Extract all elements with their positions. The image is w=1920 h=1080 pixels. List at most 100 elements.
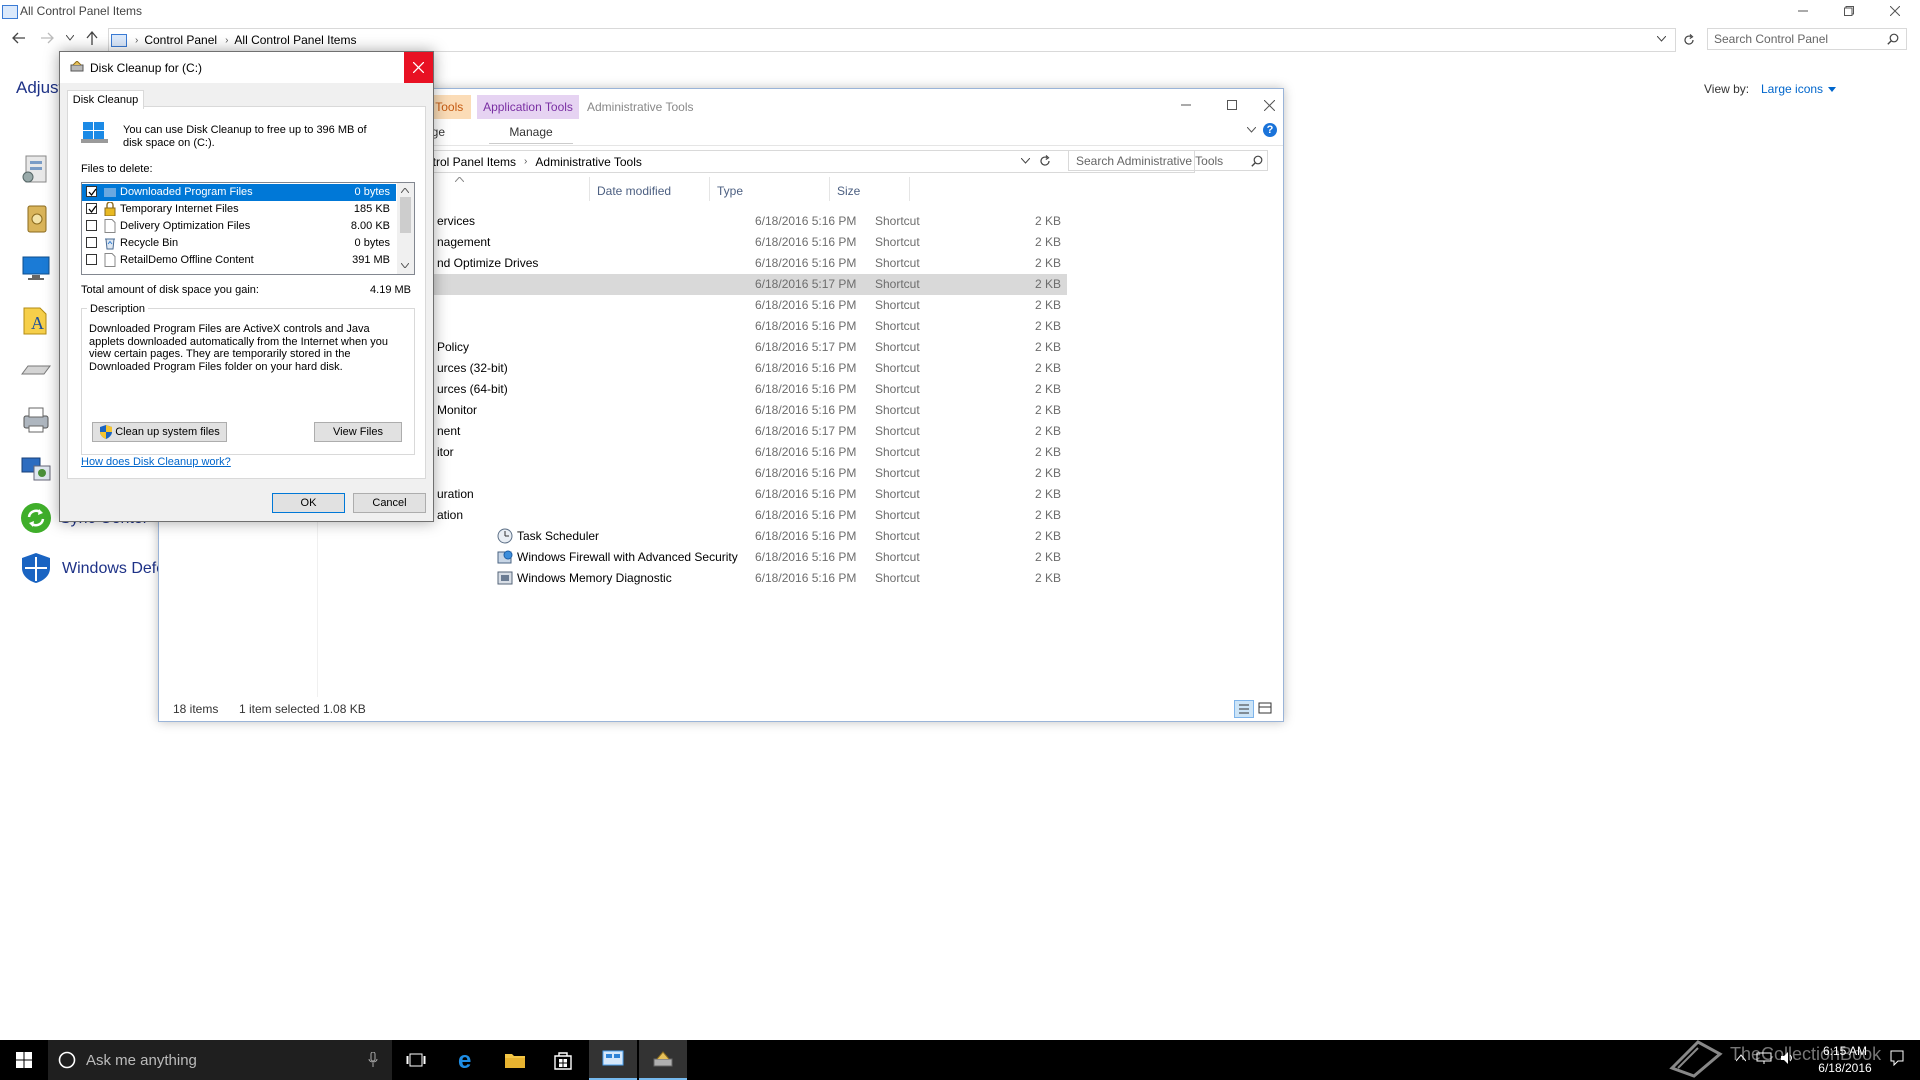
files-to-delete-list[interactable]: Downloaded Program Files 0 bytes Tempora… — [81, 182, 415, 275]
admin-search-input[interactable]: Search Administrative Tools — [1068, 150, 1268, 171]
task-view-button[interactable] — [392, 1040, 440, 1080]
taskbar-clock[interactable]: 6:15 AM 6/18/2016 — [1810, 1043, 1880, 1077]
row-date: 6/18/2016 5:16 PM — [755, 214, 857, 228]
ribbon-tab-application-tools[interactable]: Application Tools — [477, 95, 579, 119]
file-explorer-taskbar-button[interactable] — [491, 1040, 539, 1080]
admin-minimize-button[interactable] — [1163, 95, 1209, 115]
ribbon-expand-chevron-icon[interactable] — [1247, 127, 1256, 133]
checkbox[interactable] — [86, 203, 97, 214]
disk-cleanup-taskbar-button[interactable] — [639, 1040, 687, 1080]
checkbox[interactable] — [86, 254, 97, 265]
back-arrow-icon[interactable] — [12, 32, 26, 44]
column-size[interactable]: Size — [837, 184, 860, 198]
scrollbar-thumb[interactable] — [400, 197, 411, 233]
table-row[interactable]: Task Scheduler 6/18/2016 5:16 PM Shortcu… — [319, 526, 1067, 547]
restore-button[interactable] — [1826, 0, 1872, 22]
backup-restore-icon[interactable] — [20, 203, 52, 235]
scroll-down-icon[interactable] — [401, 263, 409, 268]
large-icons-view-icon[interactable] — [1256, 700, 1274, 716]
sync-center-icon[interactable] — [20, 502, 52, 534]
tab-disk-cleanup[interactable]: Disk Cleanup — [67, 90, 144, 109]
display-icon[interactable] — [20, 252, 52, 284]
task-view-icon — [406, 1053, 426, 1067]
file-icon — [104, 253, 116, 267]
breadcrumb-separator: › — [225, 34, 229, 46]
administrative-tools-icon[interactable] — [20, 152, 52, 184]
file-size: 0 bytes — [354, 186, 390, 198]
cortana-search-box[interactable]: Ask me anything — [48, 1040, 392, 1080]
control-panel-address-bar[interactable]: › Control Panel › All Control Panel Item… — [108, 28, 1676, 52]
row-date: 6/18/2016 5:17 PM — [755, 424, 857, 438]
details-view-icon[interactable] — [1234, 700, 1254, 718]
store-taskbar-button[interactable] — [539, 1040, 587, 1080]
address-dropdown-icon[interactable] — [1657, 36, 1666, 42]
network-icon[interactable] — [1756, 1052, 1772, 1064]
file-name: Temporary Internet Files — [120, 203, 239, 215]
admin-maximize-button[interactable] — [1209, 95, 1255, 115]
programs-icon[interactable] — [20, 452, 52, 484]
admin-close-button[interactable] — [1255, 95, 1283, 115]
table-row[interactable]: Windows Firewall with Advanced Security … — [319, 547, 1067, 568]
list-item-delivery-optimization[interactable]: Delivery Optimization Files 8.00 KB — [82, 218, 396, 235]
list-scrollbar[interactable] — [397, 183, 414, 274]
tray-expand-icon[interactable] — [1736, 1054, 1746, 1062]
printer-icon[interactable] — [20, 404, 52, 436]
control-panel-heading: Adjust — [16, 78, 64, 97]
admin-address-dropdown-icon[interactable] — [1021, 158, 1030, 164]
column-type[interactable]: Type — [717, 184, 743, 198]
start-button[interactable] — [0, 1040, 48, 1080]
up-arrow-icon[interactable] — [86, 31, 98, 45]
disk-cleanup-taskbar-icon — [653, 1051, 673, 1067]
list-item-temporary-internet-files[interactable]: Temporary Internet Files 185 KB — [82, 201, 396, 218]
minimize-button[interactable] — [1780, 0, 1826, 22]
how-does-disk-cleanup-work-link[interactable]: How does Disk Cleanup work? — [81, 456, 231, 468]
recent-locations-chevron-icon[interactable] — [66, 35, 74, 41]
admin-breadcrumb-admin-tools[interactable]: Administrative Tools — [535, 155, 642, 169]
list-item-recycle-bin[interactable]: Recycle Bin 0 bytes — [82, 235, 396, 252]
keyboard-icon[interactable] — [20, 364, 52, 384]
checkbox[interactable] — [86, 220, 97, 231]
forward-arrow-icon[interactable] — [40, 32, 54, 44]
edge-taskbar-button[interactable]: e — [443, 1040, 491, 1080]
control-panel-search-input[interactable]: Search Control Panel — [1707, 28, 1907, 50]
admin-search-icon[interactable] — [1251, 155, 1263, 167]
row-date: 6/18/2016 5:16 PM — [755, 487, 857, 501]
control-panel-taskbar-button[interactable] — [589, 1040, 637, 1080]
breadcrumb-control-panel[interactable]: Control Panel — [144, 33, 217, 47]
ribbon-manage-application[interactable]: Manage — [489, 125, 573, 144]
view-by-chevron-icon[interactable] — [1828, 87, 1836, 92]
disk-cleanup-close-button[interactable] — [404, 52, 433, 83]
windows-defender-label[interactable]: Windows Defe — [62, 560, 165, 578]
close-button[interactable] — [1872, 0, 1918, 22]
scroll-up-icon[interactable] — [401, 188, 409, 193]
search-icon[interactable] — [1887, 33, 1899, 45]
breadcrumb-all-items[interactable]: All Control Panel Items — [234, 33, 356, 47]
volume-icon[interactable] — [1780, 1051, 1796, 1065]
edge-icon: e — [458, 1049, 471, 1071]
ok-button[interactable]: OK — [272, 493, 345, 513]
row-type: Shortcut — [875, 403, 920, 417]
action-center-icon[interactable] — [1890, 1050, 1904, 1066]
row-size: 2 KB — [1035, 403, 1062, 417]
file-size: 0 bytes — [354, 237, 390, 249]
checkbox[interactable] — [86, 186, 97, 197]
checkbox[interactable] — [86, 237, 97, 248]
view-by-dropdown[interactable]: Large icons — [1761, 82, 1823, 96]
microphone-icon[interactable] — [368, 1052, 378, 1068]
windows-logo-icon — [16, 1052, 32, 1068]
help-icon[interactable]: ? — [1263, 123, 1277, 137]
refresh-icon[interactable] — [1678, 28, 1700, 52]
store-icon — [554, 1052, 572, 1070]
view-files-button[interactable]: View Files — [314, 422, 402, 442]
windows-defender-icon[interactable] — [20, 552, 52, 584]
admin-refresh-icon[interactable] — [1039, 155, 1051, 167]
column-date-modified[interactable]: Date modified — [597, 184, 671, 198]
fonts-icon[interactable]: A — [20, 304, 52, 336]
cancel-button[interactable]: Cancel — [353, 493, 426, 513]
list-item-retaildemo[interactable]: RetailDemo Offline Content 391 MB — [82, 252, 396, 269]
clean-up-system-files-button[interactable]: Clean up system files — [92, 422, 227, 442]
file-size: 185 KB — [353, 203, 390, 215]
admin-breadcrumb-control-panel[interactable]: ntrol Panel Items — [426, 155, 516, 169]
list-item-downloaded-program-files[interactable]: Downloaded Program Files 0 bytes — [82, 184, 396, 201]
table-row[interactable]: Windows Memory Diagnostic 6/18/2016 5:16… — [319, 568, 1067, 589]
